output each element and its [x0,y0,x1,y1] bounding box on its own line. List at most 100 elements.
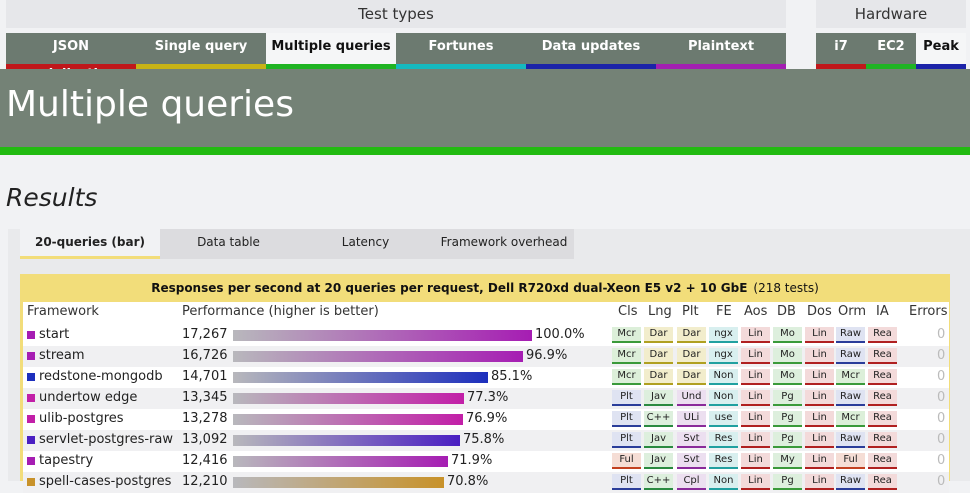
col-aos[interactable]: Aos [744,304,767,319]
attribute-tag: Jav [644,453,673,469]
attribute-tag: Lin [741,432,770,448]
attribute-tag: ngx [709,327,738,343]
attribute-tag: Dar [677,348,706,364]
test-count: (218 tests) [753,281,819,295]
framework-swatch [27,352,35,360]
tab-ec2[interactable]: EC2 [866,33,916,69]
attribute-tag: Plt [612,390,641,406]
hardware-tabs: i7 EC2 Peak [816,33,966,69]
subtab-20-queries-bar[interactable]: 20-queries (bar) [20,229,160,259]
attribute-tag: Jav [644,390,673,406]
tab-data-updates[interactable]: Data updates [526,33,656,69]
framework-name[interactable]: ulib-postgres [39,411,124,426]
subtab-data-table[interactable]: Data table [160,229,297,259]
attribute-tag: Rea [868,411,897,427]
attribute-tag: Mo [773,369,802,385]
performance-bar [233,330,532,341]
attribute-tag: Lin [741,411,770,427]
tab-multiple-queries[interactable]: Multiple queries [266,33,396,69]
rps-value: 16,726 [182,348,228,363]
attribute-tag: Lin [741,327,770,343]
attribute-tag: Mcr [612,327,641,343]
test-type-tabs: JSON serialization Single query Multiple… [6,33,786,82]
attribute-tag: Non [709,390,738,406]
errors-count: 0 [937,369,946,384]
accent-bar [0,147,970,155]
framework-swatch [27,478,35,486]
attribute-tag: Non [709,474,738,490]
attribute-tag: Lin [741,390,770,406]
chart-title-row: Responses per second at 20 queries per r… [20,274,950,302]
framework-name[interactable]: servlet-postgres-raw [39,432,173,447]
rps-value: 17,267 [182,327,228,342]
col-ia[interactable]: IA [876,304,889,319]
col-lng[interactable]: Lng [648,304,672,319]
attribute-tag: Rea [868,453,897,469]
attribute-tag: Pg [773,411,802,427]
framework-name[interactable]: start [39,327,69,342]
col-dos[interactable]: Dos [807,304,832,319]
percent-label: 100.0% [535,327,585,342]
attribute-tag: Rea [868,390,897,406]
performance-bar [233,435,460,446]
col-performance[interactable]: Performance (higher is better) [182,304,379,319]
framework-swatch [27,373,35,381]
rps-value: 13,278 [182,411,228,426]
results-heading: Results [6,183,98,212]
framework-name[interactable]: spell-cases-postgres [39,474,171,489]
performance-bar [233,372,488,383]
attribute-tag: Res [709,453,738,469]
tab-fortunes[interactable]: Fortunes [396,33,526,69]
attribute-tag: Lin [741,369,770,385]
attribute-tag: Mcr [612,348,641,364]
col-framework[interactable]: Framework [27,304,99,319]
attribute-tag: Svt [677,453,706,469]
rps-value: 13,092 [182,432,228,447]
framework-name[interactable]: undertow edge [39,390,137,405]
col-fe[interactable]: FE [716,304,732,319]
performance-bar [233,414,463,425]
percent-label: 96.9% [526,348,568,363]
performance-bar [233,477,444,488]
attribute-tag: Jav [644,432,673,448]
attribute-tag: Lin [805,474,834,490]
tab-json-serialization[interactable]: JSON serialization [6,33,136,82]
attribute-tag: Rea [868,474,897,490]
framework-swatch [27,457,35,465]
errors-count: 0 [937,453,946,468]
framework-name[interactable]: tapestry [39,453,93,468]
framework-name[interactable]: stream [39,348,85,363]
attribute-tag: Lin [805,348,834,364]
subtab-latency[interactable]: Latency [297,229,434,259]
tab-single-query[interactable]: Single query [136,33,266,69]
attribute-tag: Plt [612,474,641,490]
framework-name[interactable]: redstone-mongodb [39,369,163,384]
col-cls[interactable]: Cls [618,304,637,319]
attribute-tag: Lin [805,453,834,469]
attribute-tag: Raw [836,327,865,343]
attribute-tag: My [773,453,802,469]
percent-label: 70.8% [447,474,489,489]
attribute-tag: Dar [644,369,673,385]
attribute-tag: Pg [773,390,802,406]
col-plt[interactable]: Plt [682,304,699,319]
tab-plaintext[interactable]: Plaintext [656,33,786,69]
attribute-tag: Rea [868,348,897,364]
attribute-tag: Cpl [677,474,706,490]
attribute-tag: Raw [836,348,865,364]
result-subtabs: 20-queries (bar) Data table Latency Fram… [20,229,574,259]
tab-i7[interactable]: i7 [816,33,866,69]
errors-count: 0 [937,411,946,426]
page-title: Multiple queries [6,84,294,125]
attribute-tag: Raw [836,474,865,490]
rps-value: 13,345 [182,390,228,405]
tab-peak[interactable]: Peak [916,33,966,69]
attribute-tag: Rea [868,432,897,448]
col-orm[interactable]: Orm [838,304,866,319]
col-db[interactable]: DB [777,304,796,319]
subtab-framework-overhead[interactable]: Framework overhead [434,229,574,259]
col-errors[interactable]: Errors [909,304,947,319]
percent-label: 75.8% [463,432,505,447]
performance-bar [233,393,464,404]
attribute-tag: Lin [805,432,834,448]
